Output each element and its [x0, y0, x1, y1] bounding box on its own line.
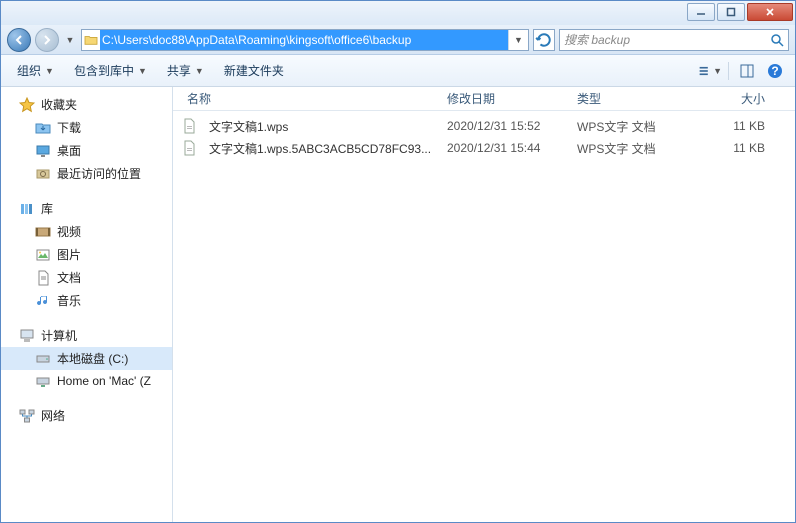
- document-icon: [35, 270, 51, 286]
- recent-label: 最近访问的位置: [57, 165, 141, 182]
- sidebar-item-homemac[interactable]: Home on 'Mac' (Z: [1, 370, 172, 392]
- sidebar-item-recent[interactable]: 最近访问的位置: [1, 162, 172, 185]
- back-button[interactable]: [7, 28, 31, 52]
- homemac-label: Home on 'Mac' (Z: [57, 374, 151, 388]
- computer-label: 计算机: [41, 327, 77, 344]
- sidebar-item-downloads[interactable]: 下载: [1, 116, 172, 139]
- sidebar-item-music[interactable]: 音乐: [1, 289, 172, 312]
- include-label: 包含到库中: [74, 62, 134, 79]
- sidebar-libraries[interactable]: 库: [1, 197, 172, 220]
- include-library-menu[interactable]: 包含到库中 ▼: [66, 58, 155, 83]
- video-icon: [35, 224, 51, 240]
- new-folder-label: 新建文件夹: [224, 62, 284, 79]
- column-headers[interactable]: 名称 修改日期 类型 大小: [173, 87, 795, 111]
- sidebar-item-desktop[interactable]: 桌面: [1, 139, 172, 162]
- file-list-pane: 名称 修改日期 类型 大小 文字文稿1.wps2020/12/31 15:52W…: [173, 87, 795, 522]
- column-date[interactable]: 修改日期: [441, 90, 571, 107]
- file-date: 2020/12/31 15:52: [441, 119, 571, 133]
- file-date: 2020/12/31 15:44: [441, 141, 571, 155]
- file-size: 11 KB: [701, 141, 771, 155]
- libraries-label: 库: [41, 200, 53, 217]
- forward-button[interactable]: [35, 28, 59, 52]
- network-label: 网络: [41, 407, 65, 424]
- sidebar-item-localdisk-c[interactable]: 本地磁盘 (C:): [1, 347, 172, 370]
- sidebar-favorites[interactable]: 收藏夹: [1, 93, 172, 116]
- file-icon: [181, 140, 197, 156]
- history-dropdown[interactable]: ▼: [63, 29, 77, 51]
- toolbar: 组织 ▼ 包含到库中 ▼ 共享 ▼ 新建文件夹 ▼ ?: [1, 55, 795, 87]
- documents-label: 文档: [57, 269, 81, 286]
- preview-pane-button[interactable]: [735, 59, 759, 83]
- file-list: 文字文稿1.wps2020/12/31 15:52WPS文字 文档11 KB文字…: [173, 111, 795, 522]
- file-type: WPS文字 文档: [571, 140, 701, 157]
- recent-icon: [35, 166, 51, 182]
- svg-text:?: ?: [771, 64, 778, 78]
- file-name: 文字文稿1.wps: [203, 118, 441, 135]
- videos-label: 视频: [57, 223, 81, 240]
- localdisk-label: 本地磁盘 (C:): [57, 350, 128, 367]
- file-row[interactable]: 文字文稿1.wps.5ABC3ACB5CD78FC93...2020/12/31…: [173, 137, 795, 159]
- column-name[interactable]: 名称: [181, 90, 441, 107]
- network-drive-icon: [35, 373, 51, 389]
- column-type[interactable]: 类型: [571, 90, 701, 107]
- download-icon: [35, 120, 51, 136]
- refresh-button[interactable]: [533, 29, 555, 51]
- library-icon: [19, 201, 35, 217]
- sidebar-network[interactable]: 网络: [1, 404, 172, 427]
- sidebar-item-pictures[interactable]: 图片: [1, 243, 172, 266]
- new-folder-button[interactable]: 新建文件夹: [216, 58, 292, 83]
- sidebar-item-videos[interactable]: 视频: [1, 220, 172, 243]
- navigation-bar: ▼ ▼: [1, 25, 795, 55]
- organize-menu[interactable]: 组织 ▼: [9, 58, 62, 83]
- share-label: 共享: [167, 62, 191, 79]
- computer-icon: [19, 328, 35, 344]
- star-icon: [19, 97, 35, 113]
- search-icon[interactable]: [770, 33, 784, 47]
- share-menu[interactable]: 共享 ▼: [159, 58, 212, 83]
- help-button[interactable]: ?: [763, 59, 787, 83]
- drive-icon: [35, 351, 51, 367]
- minimize-button[interactable]: [687, 3, 715, 21]
- file-name: 文字文稿1.wps.5ABC3ACB5CD78FC93...: [203, 140, 441, 157]
- desktop-label: 桌面: [57, 142, 81, 159]
- address-input[interactable]: [100, 30, 508, 50]
- file-type: WPS文字 文档: [571, 118, 701, 135]
- navigation-tree: 收藏夹 下载 桌面 最近访问的位置 库 视频 图片 文档 音乐 计算机 本地磁盘…: [1, 87, 173, 522]
- file-size: 11 KB: [701, 119, 771, 133]
- music-icon: [35, 293, 51, 309]
- address-bar[interactable]: ▼: [81, 29, 529, 51]
- organize-label: 组织: [17, 62, 41, 79]
- favorites-label: 收藏夹: [41, 96, 77, 113]
- desktop-icon: [35, 143, 51, 159]
- maximize-button[interactable]: [717, 3, 745, 21]
- view-mode-button[interactable]: ▼: [698, 59, 722, 83]
- network-icon: [19, 408, 35, 424]
- sidebar-computer[interactable]: 计算机: [1, 324, 172, 347]
- search-box[interactable]: [559, 29, 789, 51]
- column-size[interactable]: 大小: [701, 90, 771, 107]
- window-titlebar: [1, 1, 795, 25]
- downloads-label: 下载: [57, 119, 81, 136]
- sidebar-item-documents[interactable]: 文档: [1, 266, 172, 289]
- file-icon: [181, 118, 197, 134]
- pictures-icon: [35, 247, 51, 263]
- address-dropdown[interactable]: ▼: [508, 30, 528, 50]
- folder-icon: [82, 34, 100, 46]
- search-input[interactable]: [564, 33, 770, 47]
- file-row[interactable]: 文字文稿1.wps2020/12/31 15:52WPS文字 文档11 KB: [173, 115, 795, 137]
- close-button[interactable]: [747, 3, 793, 21]
- music-label: 音乐: [57, 292, 81, 309]
- pictures-label: 图片: [57, 246, 81, 263]
